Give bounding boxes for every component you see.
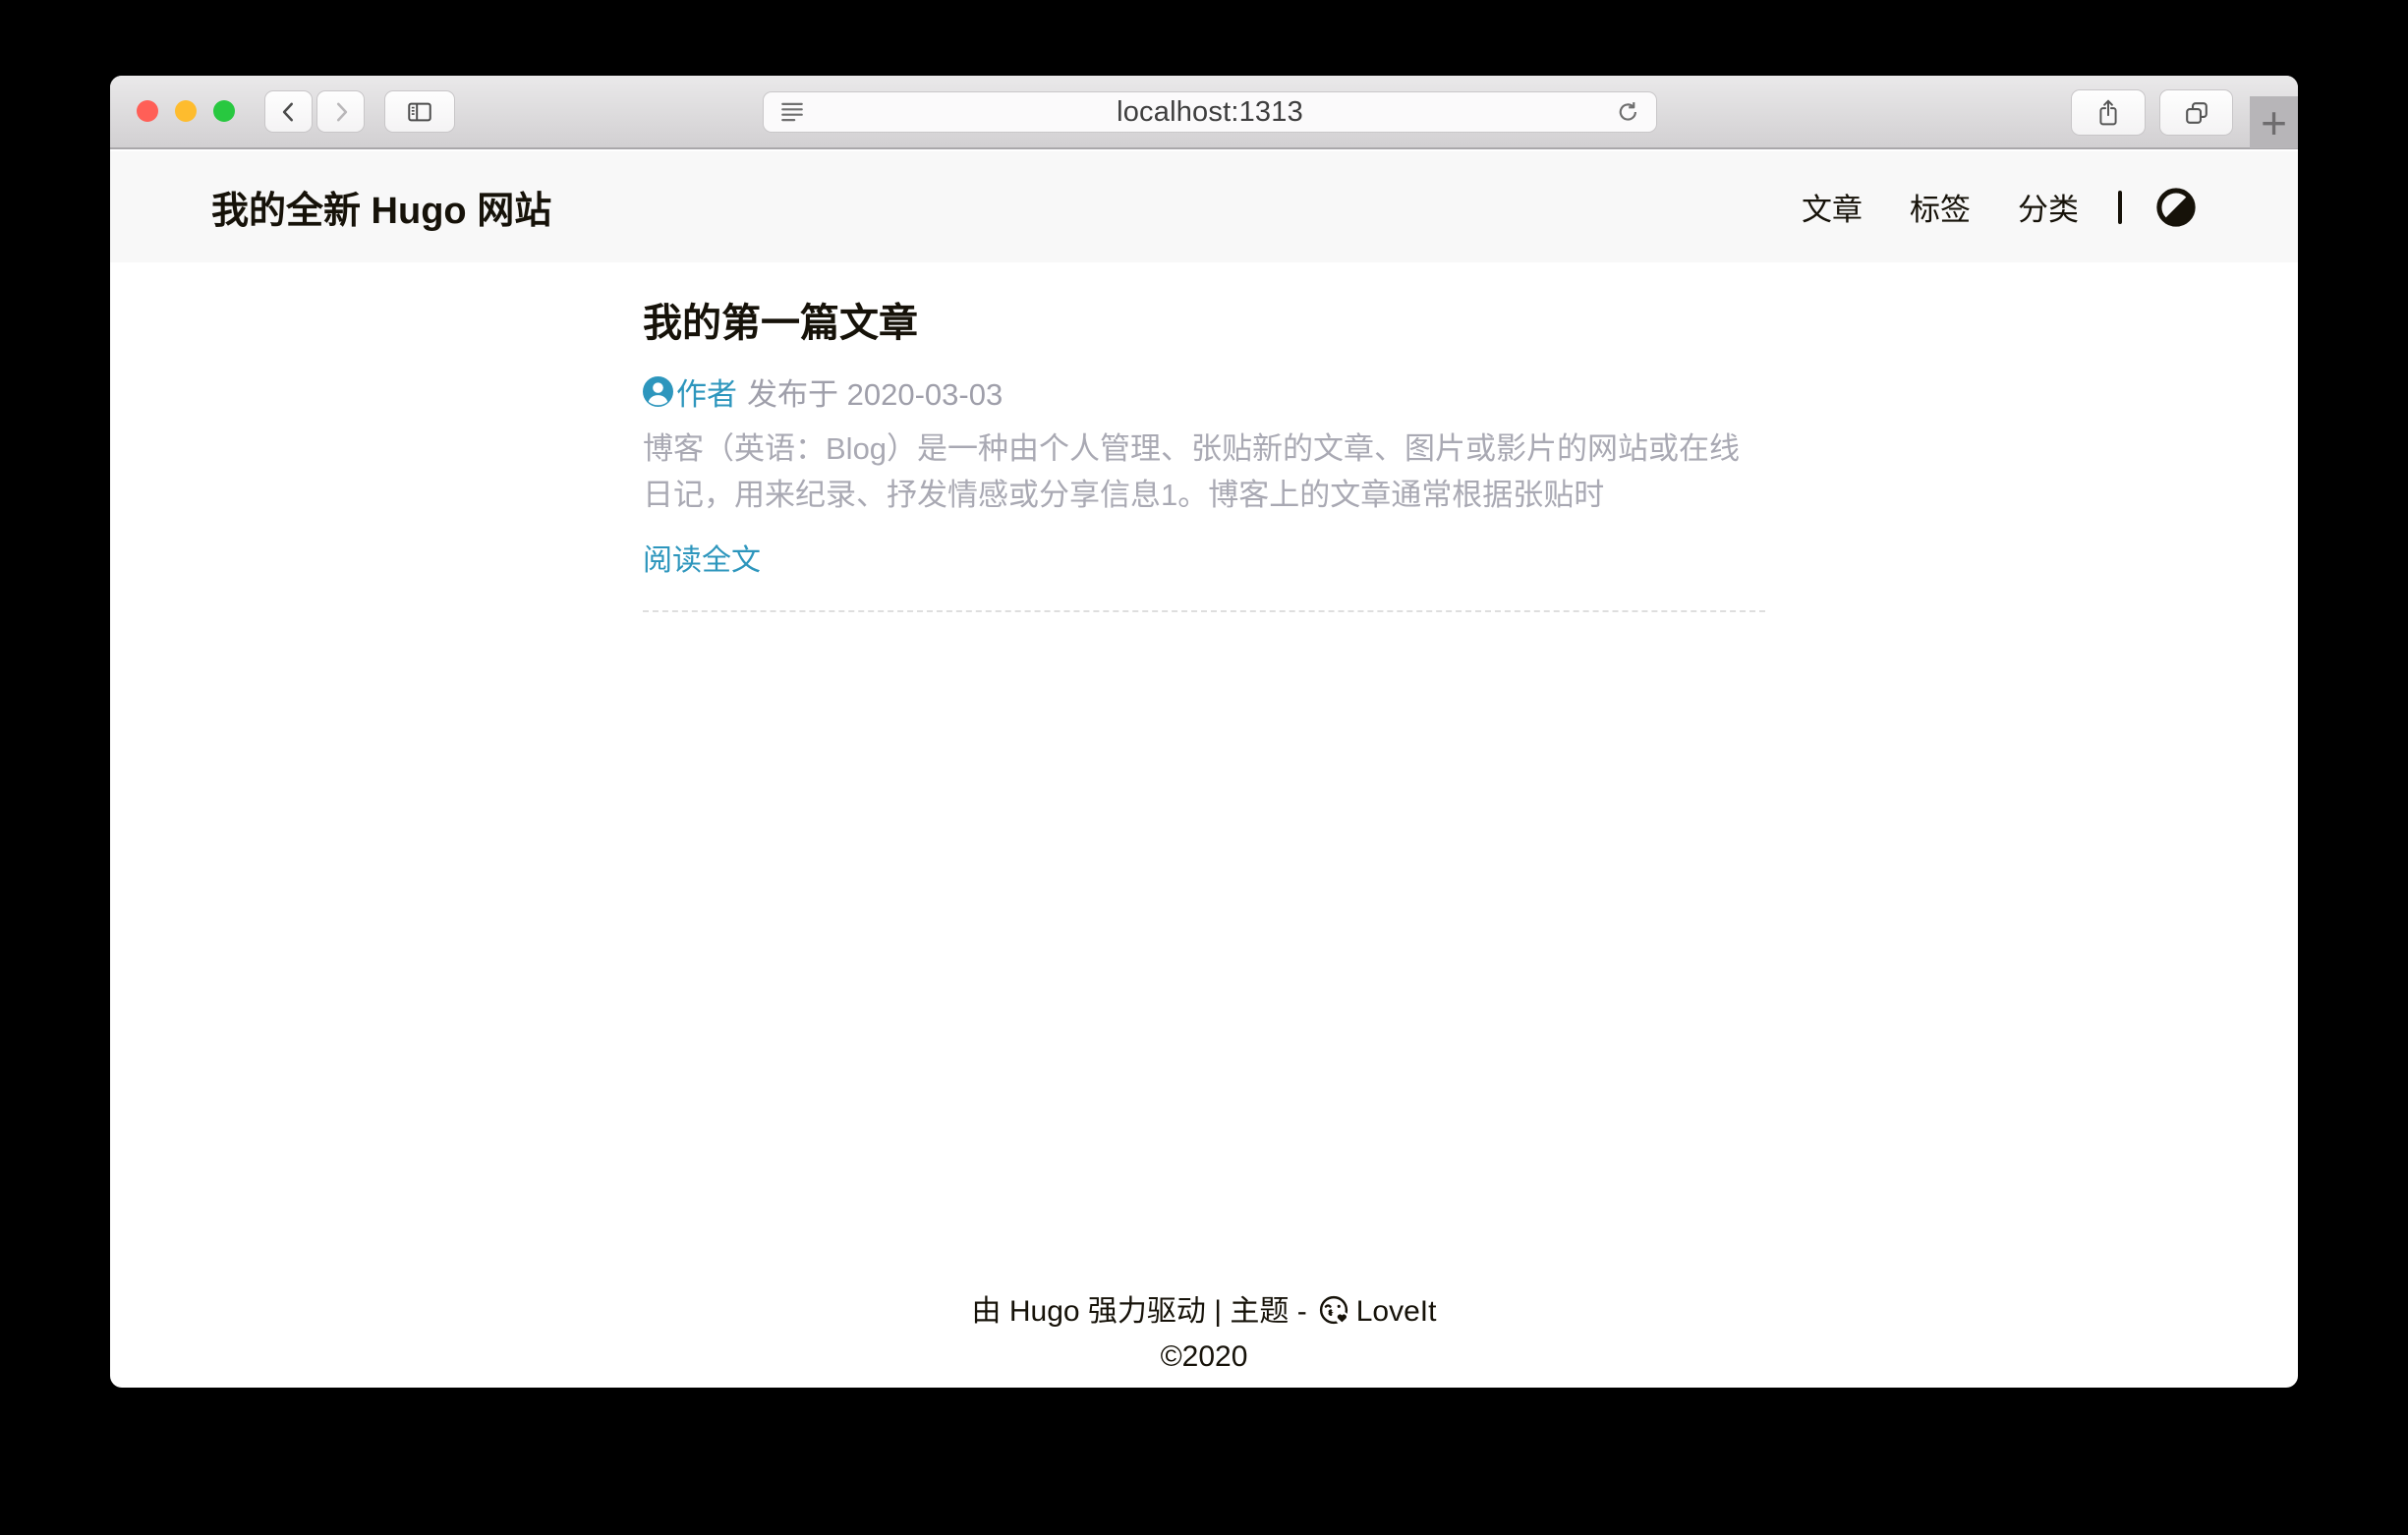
post-meta: 作者 发布于 2020-03-03 bbox=[643, 374, 1765, 408]
site-footer: 由 Hugo 强力驱动 | 主题 - LoveIt ©2020 bbox=[110, 1289, 2298, 1380]
reader-view-icon[interactable] bbox=[779, 100, 805, 124]
site-header: 我的全新 Hugo 网站 文章 标签 分类 bbox=[110, 151, 2298, 262]
browser-toolbar: localhost:1313 + bbox=[110, 76, 2298, 149]
copyright-text: ©2020 bbox=[110, 1335, 2298, 1380]
site-nav: 文章 标签 分类 bbox=[1754, 185, 2197, 229]
author-link[interactable]: 作者 bbox=[676, 370, 737, 414]
show-all-tabs-button[interactable] bbox=[2159, 89, 2233, 136]
close-button[interactable] bbox=[137, 100, 158, 122]
url-text[interactable]: localhost:1313 bbox=[805, 96, 1615, 129]
theme-toggle-icon[interactable] bbox=[2155, 187, 2197, 228]
post-summary-text: 博客（英语：Blog）是一种由个人管理、张贴新的文章、图片或影片的网站或在线日记… bbox=[643, 426, 1765, 518]
minimize-button[interactable] bbox=[175, 100, 197, 122]
zoom-button[interactable] bbox=[213, 100, 235, 122]
forward-button[interactable] bbox=[316, 90, 365, 133]
nav-item-posts[interactable]: 文章 bbox=[1802, 185, 1863, 229]
sidebar-icon bbox=[405, 98, 434, 126]
nav-divider bbox=[2118, 191, 2122, 224]
nav-item-categories[interactable]: 分类 bbox=[2018, 185, 2079, 229]
post-title[interactable]: 我的第一篇文章 bbox=[643, 296, 1765, 351]
new-tab-button[interactable]: + bbox=[2250, 96, 2298, 148]
share-icon bbox=[2095, 98, 2121, 128]
footer-powered-line: 由 Hugo 强力驱动 | 主题 - LoveIt bbox=[110, 1289, 2298, 1335]
plus-icon: + bbox=[2261, 100, 2287, 145]
post-summary-card: 我的第一篇文章 作者 发布于 2020-03-03 博客（英语：Blog）是一种… bbox=[643, 296, 1765, 612]
back-button[interactable] bbox=[264, 90, 313, 133]
page-content: 我的第一篇文章 作者 发布于 2020-03-03 博客（英语：Blog）是一种… bbox=[110, 262, 2298, 612]
site-title[interactable]: 我的全新 Hugo 网站 bbox=[211, 180, 551, 234]
theme-link[interactable]: LoveIt bbox=[1356, 1295, 1437, 1328]
back-chevron-icon bbox=[276, 99, 302, 125]
kissing-face-icon bbox=[1317, 1293, 1350, 1327]
powered-by-text: 由 Hugo 强力驱动 | 主题 - bbox=[972, 1295, 1307, 1328]
share-button[interactable] bbox=[2071, 89, 2146, 136]
post-divider bbox=[643, 610, 1765, 612]
forward-chevron-icon bbox=[328, 99, 354, 125]
desktop-background: localhost:1313 + 我的全新 Hugo 网站 bbox=[0, 0, 2408, 1535]
nav-item-tags[interactable]: 标签 bbox=[1910, 185, 1971, 229]
address-bar[interactable]: localhost:1313 bbox=[763, 91, 1657, 133]
safari-window: localhost:1313 + 我的全新 Hugo 网站 bbox=[110, 76, 2298, 1388]
reload-icon[interactable] bbox=[1615, 99, 1640, 125]
tabs-overview-icon bbox=[2183, 99, 2210, 127]
window-controls bbox=[137, 100, 235, 122]
sidebar-toggle-button[interactable] bbox=[384, 90, 455, 133]
read-more-link[interactable]: 阅读全文 bbox=[643, 540, 761, 583]
publish-date: 发布于 2020-03-03 bbox=[747, 370, 1003, 414]
author-avatar-icon bbox=[643, 376, 673, 407]
